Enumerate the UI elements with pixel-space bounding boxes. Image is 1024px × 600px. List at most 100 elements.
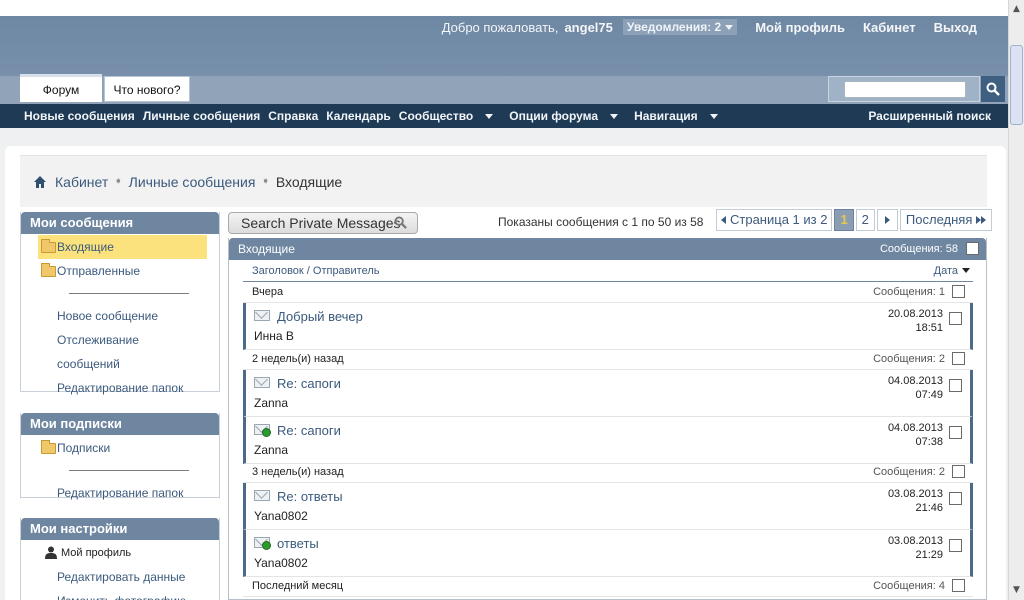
edit-subscription-folders-link[interactable]: Редактирование папок bbox=[21, 481, 219, 505]
vertical-scrollbar[interactable]: ▲ ▼ bbox=[1008, 0, 1024, 600]
site-header: Добро пожаловать, angel75 Уведомления: 2… bbox=[0, 16, 1008, 128]
folder-icon bbox=[41, 263, 56, 277]
my-subscriptions-block: Мои подписки Подписки Редактирование пап… bbox=[20, 413, 220, 500]
group-checkbox[interactable] bbox=[952, 465, 965, 478]
folder-inbox-label: Входящие bbox=[57, 240, 114, 254]
group-count: Сообщения: 2 bbox=[873, 466, 945, 478]
advanced-search-link[interactable]: Расширенный поиск bbox=[868, 109, 991, 123]
group-count: Сообщения: 1 bbox=[873, 286, 945, 298]
message-row[interactable]: Добрый вечер Инна В 20.08.2013 18:51 bbox=[243, 303, 973, 350]
profile-link[interactable]: Мой профиль bbox=[755, 20, 845, 35]
message-date: 04.08.2013 07:49 bbox=[888, 374, 943, 402]
tab-forum[interactable]: Форум bbox=[20, 74, 102, 102]
home-icon[interactable] bbox=[33, 175, 47, 189]
page-2[interactable]: 2 bbox=[855, 209, 875, 231]
next-page-button[interactable] bbox=[876, 209, 898, 231]
last-page-button[interactable]: Последняя bbox=[899, 209, 992, 231]
breadcrumb-cabinet[interactable]: Кабинет bbox=[55, 174, 108, 190]
message-title[interactable]: ответы bbox=[277, 536, 319, 551]
scroll-thumb[interactable] bbox=[1010, 45, 1023, 125]
message-title[interactable]: Добрый вечер bbox=[277, 309, 363, 324]
folder-inbox[interactable]: Входящие bbox=[38, 235, 207, 259]
message-date-time: 21:46 bbox=[915, 502, 943, 514]
folder-subscriptions[interactable]: Подписки bbox=[21, 436, 219, 460]
quick-search bbox=[828, 76, 980, 102]
group-header: Последний месяц Сообщения: 4 bbox=[243, 576, 973, 597]
my-settings-block: Мои настройки Мой профиль Редактировать … bbox=[20, 518, 220, 600]
message-checkbox[interactable] bbox=[949, 426, 962, 439]
page-1[interactable]: 1 bbox=[834, 209, 854, 231]
message-checkbox[interactable] bbox=[949, 539, 962, 552]
edit-folders-link[interactable]: Редактирование папок bbox=[21, 376, 219, 400]
nav-new-posts[interactable]: Новые сообщения bbox=[24, 109, 135, 123]
group-checkbox[interactable] bbox=[952, 352, 965, 365]
group-label: 2 недель(и) назад bbox=[252, 353, 344, 365]
prev-arrow-icon bbox=[721, 216, 726, 224]
cabinet-link[interactable]: Кабинет bbox=[863, 20, 916, 35]
message-title[interactable]: Re: сапоги bbox=[277, 423, 341, 438]
divider bbox=[69, 470, 189, 471]
edit-details-link[interactable]: Редактировать данные bbox=[21, 565, 219, 589]
group-checkbox[interactable] bbox=[952, 579, 965, 592]
my-settings-title: Мои настройки bbox=[21, 518, 219, 540]
last-arrow-icon bbox=[980, 216, 986, 224]
message-date-time: 18:51 bbox=[915, 322, 943, 334]
nav-calendar[interactable]: Календарь bbox=[326, 109, 391, 123]
message-title[interactable]: Re: сапоги bbox=[277, 376, 341, 391]
message-sender[interactable]: Zanna bbox=[254, 396, 288, 410]
notifications-dropdown[interactable]: Уведомления: 2 bbox=[622, 19, 738, 35]
sort-date-link[interactable]: Дата bbox=[934, 265, 958, 277]
page-label-dropdown[interactable]: Страница 1 из 2 bbox=[716, 209, 833, 231]
message-sender[interactable]: Инна В bbox=[254, 329, 294, 343]
search-button[interactable] bbox=[981, 76, 1005, 102]
message-sender[interactable]: Zanna bbox=[254, 443, 288, 457]
breadcrumb-private-messages[interactable]: Личные сообщения bbox=[129, 174, 256, 190]
folder-sent[interactable]: Отправленные bbox=[21, 259, 219, 283]
search-input[interactable] bbox=[844, 81, 966, 98]
scroll-up-icon[interactable]: ▲ bbox=[1011, 4, 1022, 15]
breadcrumb-separator-icon: ➧ bbox=[261, 176, 270, 187]
nav-navigation[interactable]: Навигация bbox=[634, 109, 726, 123]
select-all-checkbox[interactable] bbox=[966, 242, 979, 255]
message-checkbox[interactable] bbox=[949, 312, 962, 325]
welcome-text: Добро пожаловать, bbox=[441, 19, 559, 35]
search-private-messages-label: Search Private Messages bbox=[241, 215, 401, 231]
nav-private-messages[interactable]: Личные сообщения bbox=[143, 109, 260, 123]
message-checkbox[interactable] bbox=[949, 492, 962, 505]
message-title[interactable]: Re: ответы bbox=[277, 489, 343, 504]
logout-link[interactable]: Выход bbox=[934, 20, 977, 35]
message-checkbox[interactable] bbox=[949, 379, 962, 392]
nav-help[interactable]: Справка bbox=[268, 109, 318, 123]
message-date: 04.08.2013 07:38 bbox=[888, 421, 943, 449]
inbox-panel: Входящие Сообщения: 58 Заголовок / Отпра… bbox=[228, 238, 987, 600]
group-count: Сообщения: 2 bbox=[873, 353, 945, 365]
window-top-strip bbox=[0, 0, 1008, 16]
message-sender[interactable]: Yana0802 bbox=[254, 556, 308, 570]
change-photo-link[interactable]: Изменить фотографию bbox=[21, 589, 219, 600]
replied-badge-icon bbox=[262, 541, 271, 550]
message-row[interactable]: Re: ответы Yana0802 03.08.2013 21:46 bbox=[243, 483, 973, 530]
message-date-time: 07:49 bbox=[915, 389, 943, 401]
message-row[interactable]: ответы Yana0802 03.08.2013 21:29 bbox=[243, 530, 973, 577]
message-date-day: 20.08.2013 bbox=[887, 308, 943, 320]
message-row[interactable]: Re: сапоги Zanna 04.08.2013 07:38 bbox=[243, 417, 973, 464]
tab-whats-new[interactable]: Что нового? bbox=[104, 76, 190, 102]
track-messages-link[interactable]: Отслеживание bbox=[21, 328, 219, 352]
my-profile-row[interactable]: Мой профиль bbox=[21, 541, 219, 565]
replied-envelope-icon bbox=[254, 537, 271, 550]
folder-sent-label: Отправленные bbox=[57, 264, 141, 278]
nav-navigation-label: Навигация bbox=[634, 109, 698, 123]
nav-forum-options[interactable]: Опции форума bbox=[509, 109, 626, 123]
message-row[interactable]: Re: сапоги Zanna 04.08.2013 07:49 bbox=[243, 370, 973, 417]
search-private-messages-button[interactable]: Search Private Messages bbox=[228, 212, 418, 234]
message-sender[interactable]: Yana0802 bbox=[254, 509, 308, 523]
sort-subject-link[interactable]: Заголовок / Отправитель bbox=[252, 265, 379, 277]
nav-community[interactable]: Сообщество bbox=[399, 109, 501, 123]
last-page-label: Последняя bbox=[905, 212, 973, 227]
group-checkbox[interactable] bbox=[952, 285, 965, 298]
my-subscriptions-title: Мои подписки bbox=[21, 413, 219, 435]
track-messages-link-cont[interactable]: сообщений bbox=[21, 352, 219, 376]
username-link[interactable]: angel75 bbox=[564, 20, 612, 35]
scroll-down-icon[interactable]: ▼ bbox=[1011, 585, 1022, 596]
new-message-link[interactable]: Новое сообщение bbox=[21, 304, 219, 328]
